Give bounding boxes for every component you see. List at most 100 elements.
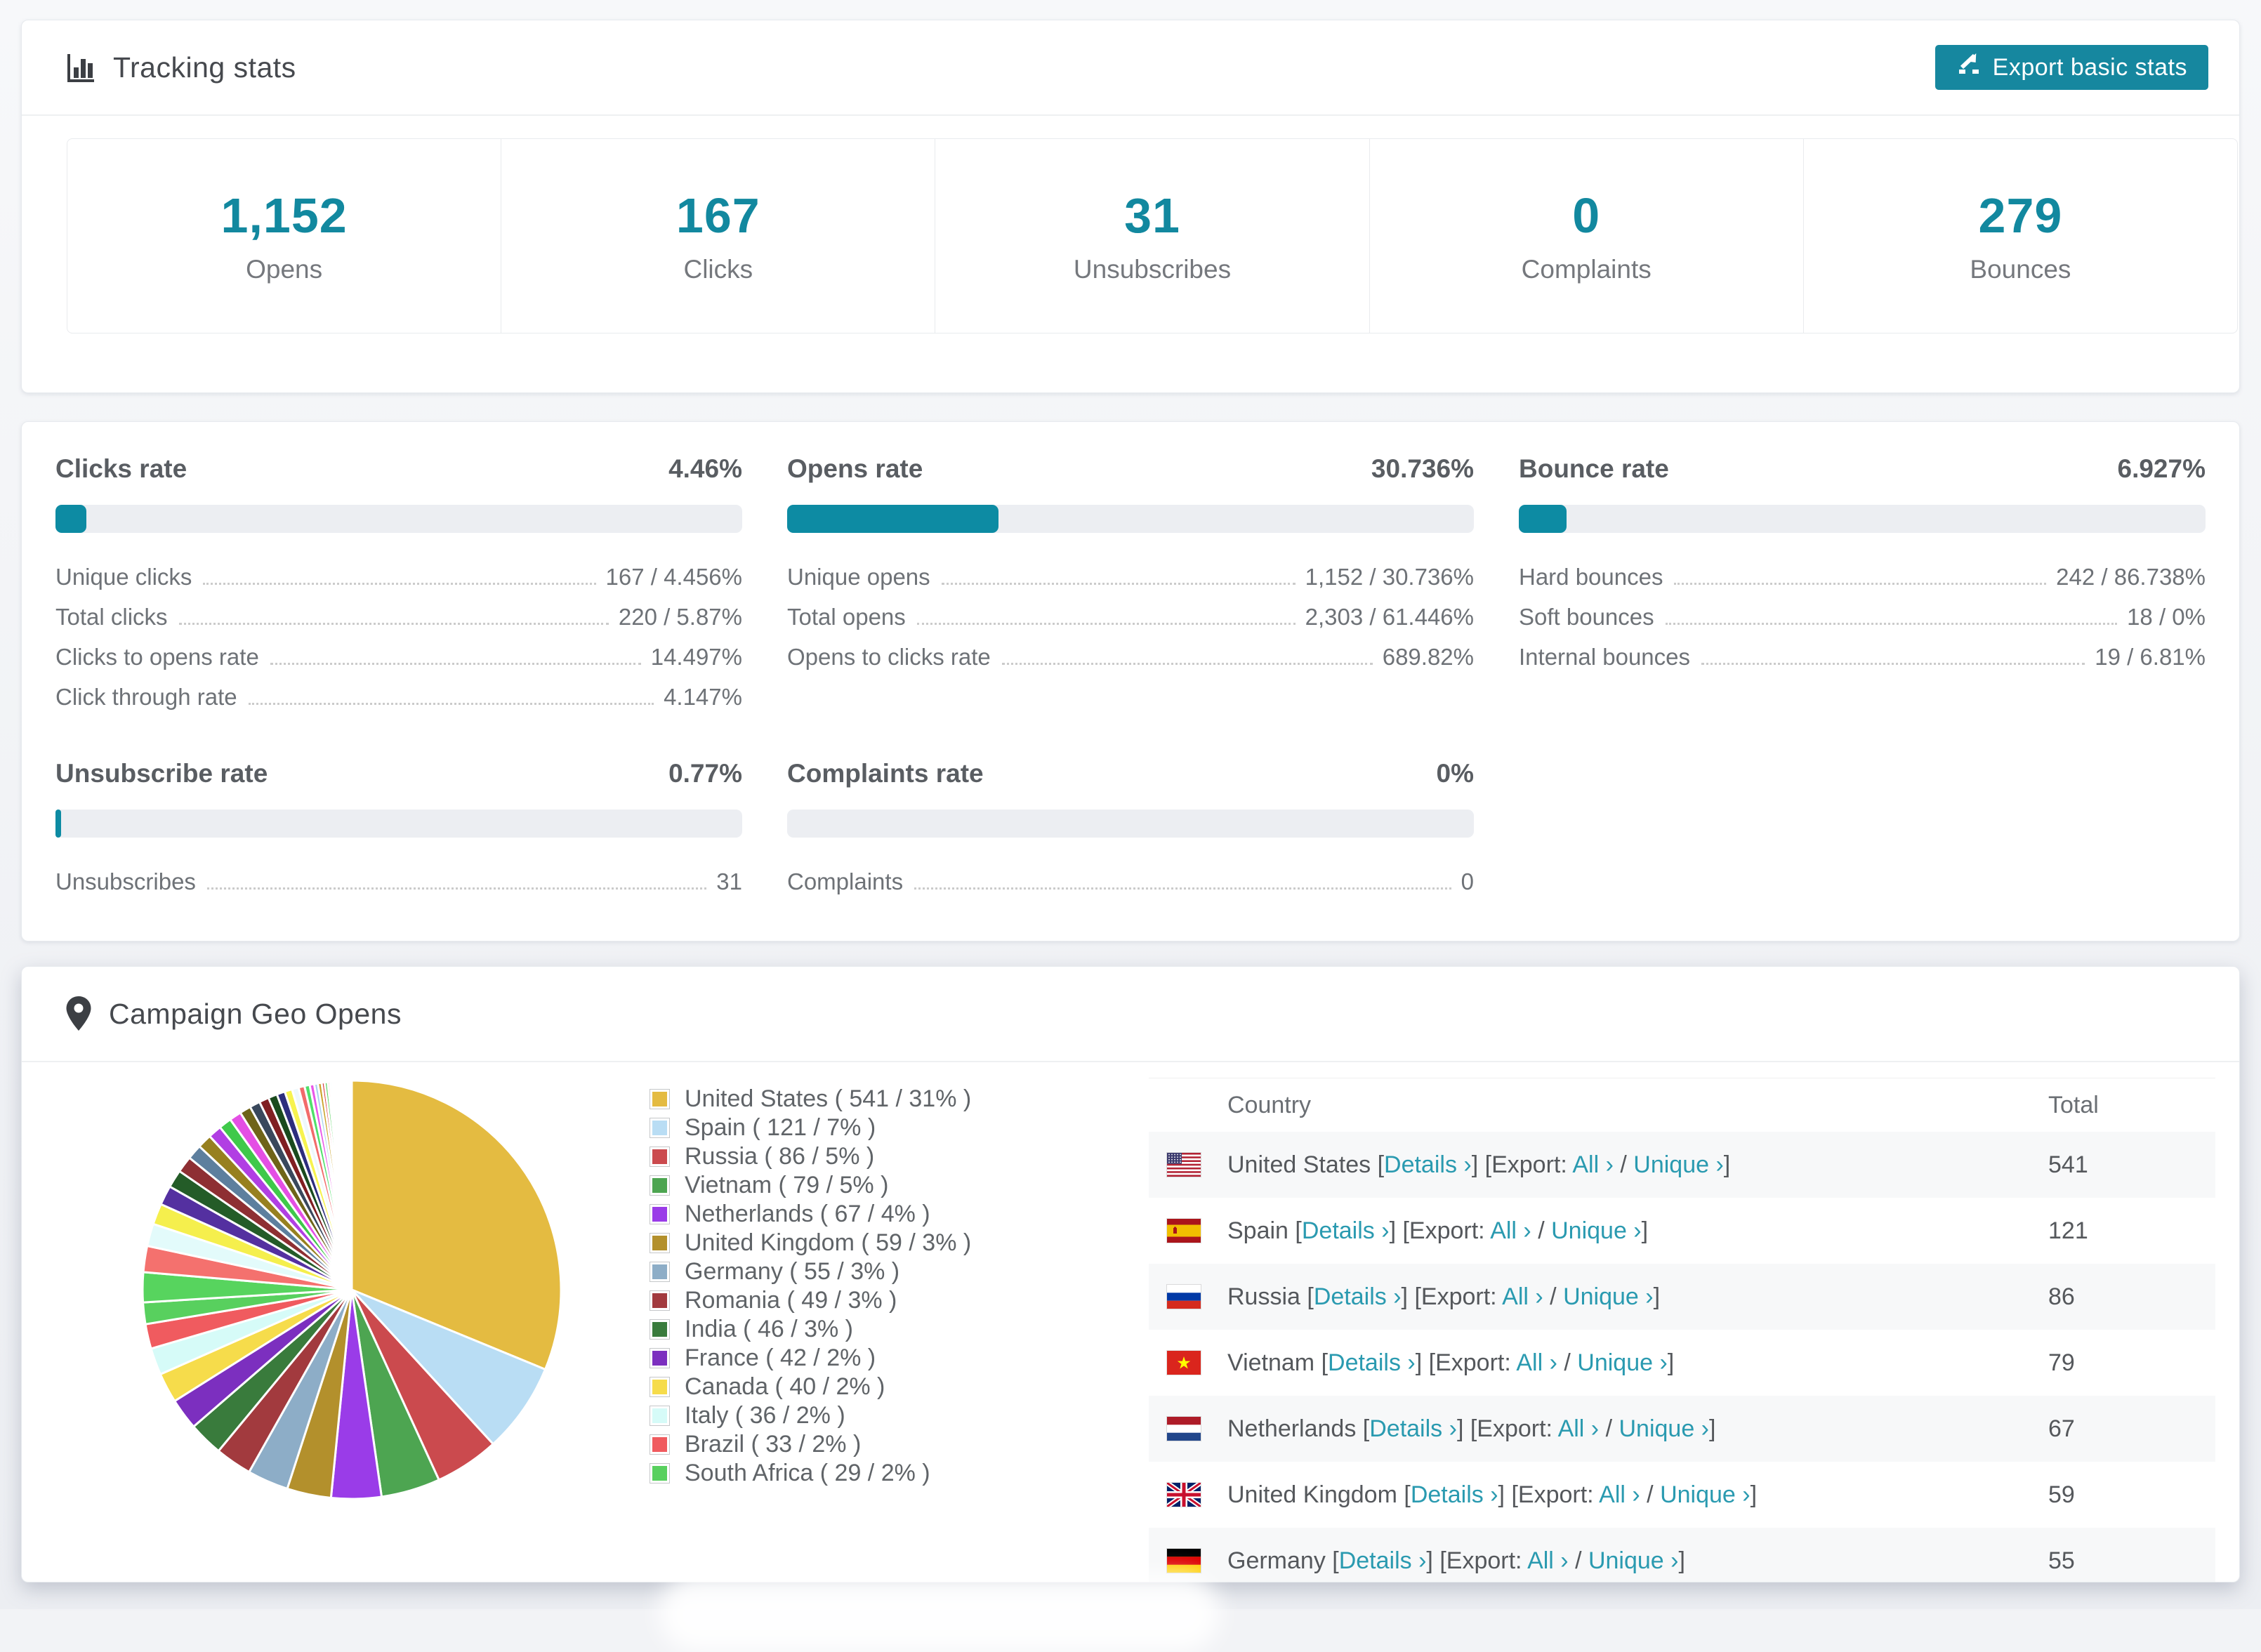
rate-detail-row: Soft bounces 18 / 0% bbox=[1519, 597, 2206, 637]
rate-title: Unsubscribe rate bbox=[55, 759, 268, 788]
export-all-link[interactable]: All › bbox=[1572, 1151, 1614, 1178]
details-link[interactable]: Details › bbox=[1314, 1283, 1402, 1310]
legend-swatch bbox=[650, 1147, 669, 1166]
export-unique-link[interactable]: Unique › bbox=[1633, 1151, 1724, 1178]
table-row-ru: Russia [Details ›] [Export: All › / Uniq… bbox=[1149, 1264, 2215, 1330]
rate-title: Complaints rate bbox=[787, 759, 984, 788]
details-link[interactable]: Details › bbox=[1411, 1481, 1498, 1508]
legend-item-germany: Germany ( 55 / 3% ) bbox=[650, 1257, 971, 1286]
details-link[interactable]: Details › bbox=[1328, 1349, 1416, 1376]
rate-progress-bar bbox=[55, 505, 742, 533]
flag-cell bbox=[1149, 1417, 1227, 1441]
total-cell: 79 bbox=[2048, 1349, 2075, 1376]
flag-cell bbox=[1149, 1481, 1227, 1509]
export-all-link[interactable]: All › bbox=[1516, 1349, 1557, 1376]
details-link[interactable]: Details › bbox=[1339, 1547, 1427, 1574]
rate-panel-unsubscribe-rate: Unsubscribe rate 0.77% Unsubscribes 31 bbox=[55, 759, 742, 901]
country-cell: Spain [Details ›] [Export: All › / Uniqu… bbox=[1227, 1217, 2048, 1245]
export-unique-link[interactable]: Unique › bbox=[1660, 1481, 1751, 1508]
geo-title: Campaign Geo Opens bbox=[109, 997, 402, 1030]
flag-vn-icon bbox=[1167, 1351, 1201, 1375]
export-all-link[interactable]: All › bbox=[1502, 1283, 1543, 1310]
rate-detail-row: Unique clicks 167 / 4.456% bbox=[55, 557, 742, 597]
export-unique-link[interactable]: Unique › bbox=[1577, 1349, 1668, 1376]
details-link[interactable]: Details › bbox=[1302, 1217, 1390, 1244]
detail-value: 689.82% bbox=[1382, 643, 1474, 670]
legend-item-canada: Canada ( 40 / 2% ) bbox=[650, 1373, 971, 1401]
bracket: [ bbox=[1511, 1481, 1518, 1508]
table-row-vn: Vietnam [Details ›] [Export: All › / Uni… bbox=[1149, 1330, 2215, 1396]
bracket: ] bbox=[1389, 1217, 1403, 1244]
details-link[interactable]: Details › bbox=[1369, 1415, 1457, 1442]
column-header-total: Total bbox=[2048, 1091, 2099, 1118]
stat-label: Clicks bbox=[683, 255, 753, 284]
rate-detail-row: Hard bounces 242 / 86.738% bbox=[1519, 557, 2206, 597]
legend-swatch bbox=[650, 1118, 669, 1137]
flag-nl-icon bbox=[1167, 1417, 1201, 1441]
stat-box-complaints: 0 Complaints bbox=[1370, 139, 1804, 333]
geo-pie-chart[interactable] bbox=[134, 1072, 569, 1507]
rate-detail-row: Unsubscribes 31 bbox=[55, 861, 742, 901]
rate-panel-head: Complaints rate 0% bbox=[787, 759, 1474, 788]
total-cell: 67 bbox=[2048, 1415, 2075, 1442]
pie-slice-other[interactable] bbox=[350, 1079, 353, 1291]
table-row-gb: United Kingdom [Details ›] [Export: All … bbox=[1149, 1462, 2215, 1528]
legend-item-romania: Romania ( 49 / 3% ) bbox=[650, 1286, 971, 1315]
stat-box-opens: 1,152 Opens bbox=[67, 139, 502, 333]
detail-label: Unique opens bbox=[787, 563, 930, 590]
detail-label: Total clicks bbox=[55, 603, 168, 630]
export-unique-link[interactable]: Unique › bbox=[1588, 1547, 1679, 1574]
legend-label: Romania ( 49 / 3% ) bbox=[685, 1287, 897, 1314]
rate-value: 30.736% bbox=[1371, 454, 1474, 483]
overlay-blur bbox=[659, 1575, 1220, 1652]
detail-label: Unique clicks bbox=[55, 563, 192, 590]
page-title: Tracking stats bbox=[113, 51, 296, 84]
legend-item-vietnam: Vietnam ( 79 / 5% ) bbox=[650, 1171, 971, 1200]
rate-detail-row: Click through rate 4.147% bbox=[55, 677, 742, 717]
tracking-stats-card: Tracking stats Export basic stats 1,152 O… bbox=[21, 20, 2240, 393]
separator: / bbox=[1599, 1415, 1619, 1442]
rate-detail-rows: Unsubscribes 31 bbox=[55, 861, 742, 901]
rate-panel-complaints-rate: Complaints rate 0% Complaints 0 bbox=[787, 759, 1474, 901]
bracket: ] bbox=[1426, 1547, 1440, 1574]
bracket: ] bbox=[1498, 1481, 1512, 1508]
country-name: Netherlands bbox=[1227, 1415, 1363, 1442]
tracking-stats-header: Tracking stats Export basic stats bbox=[22, 20, 2239, 116]
separator: / bbox=[1543, 1283, 1564, 1310]
rate-detail-rows: Unique clicks 167 / 4.456% Total clicks 220… bbox=[55, 557, 742, 717]
map-pin-icon bbox=[65, 996, 92, 1032]
stat-value: 0 bbox=[1572, 188, 1601, 243]
export-unique-link[interactable]: Unique › bbox=[1551, 1217, 1642, 1244]
rate-progress-bar bbox=[1519, 505, 2206, 533]
separator: / bbox=[1557, 1349, 1578, 1376]
export-all-link[interactable]: All › bbox=[1558, 1415, 1600, 1442]
country-name: United Kingdom bbox=[1227, 1481, 1404, 1508]
rate-detail-row: Total clicks 220 / 5.87% bbox=[55, 597, 742, 637]
export-unique-link[interactable]: Unique › bbox=[1619, 1415, 1709, 1442]
rate-value: 0.77% bbox=[668, 759, 742, 788]
rates-grid: Clicks rate 4.46% Unique clicks 167 / 4.456… bbox=[22, 422, 2239, 901]
details-link[interactable]: Details › bbox=[1384, 1151, 1472, 1178]
table-row-us: United States [Details ›] [Export: All ›… bbox=[1149, 1132, 2215, 1198]
rate-detail-rows: Complaints 0 bbox=[787, 861, 1474, 901]
detail-value: 1,152 / 30.736% bbox=[1305, 563, 1474, 590]
bracket: ] bbox=[1723, 1151, 1731, 1178]
flag-cell bbox=[1149, 1351, 1227, 1375]
export-all-link[interactable]: All › bbox=[1490, 1217, 1531, 1244]
export-basic-stats-button[interactable]: Export basic stats bbox=[1934, 45, 2208, 90]
stat-value: 167 bbox=[675, 188, 760, 243]
export-unique-link[interactable]: Unique › bbox=[1563, 1283, 1654, 1310]
separator: / bbox=[1568, 1547, 1588, 1574]
rate-panel-bounce-rate: Bounce rate 6.927% Hard bounces 242 / 86.73… bbox=[1519, 454, 2206, 677]
detail-value: 220 / 5.87% bbox=[618, 603, 742, 630]
rate-progress-bar bbox=[55, 810, 742, 838]
legend-label: Italy ( 36 / 2% ) bbox=[685, 1402, 845, 1429]
total-cell: 55 bbox=[2048, 1547, 2075, 1574]
export-all-link[interactable]: All › bbox=[1527, 1547, 1569, 1574]
bracket: ] bbox=[1641, 1217, 1649, 1244]
export-label: Export: bbox=[1477, 1415, 1558, 1442]
bracket: ] bbox=[1750, 1481, 1758, 1508]
bracket: ] bbox=[1456, 1415, 1470, 1442]
export-all-link[interactable]: All › bbox=[1599, 1481, 1640, 1508]
detail-label: Clicks to opens rate bbox=[55, 643, 259, 670]
